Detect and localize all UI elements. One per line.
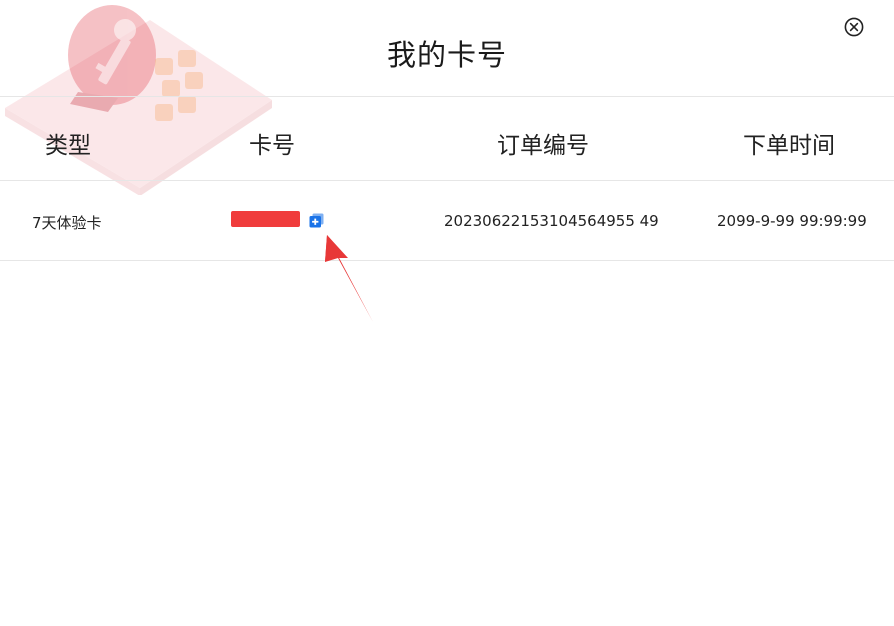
redacted-card-number [231, 211, 300, 227]
column-header-type: 类型 [45, 133, 91, 159]
cell-order-id: 20230622153104564955 49 [444, 212, 659, 230]
table-header-row: 类型 卡号 订单编号 下单时间 [0, 97, 894, 181]
copy-icon[interactable] [309, 213, 324, 228]
dialog-title: 我的卡号 [386, 38, 507, 72]
cell-order-time: 2099-9-99 99:99:99 [717, 212, 867, 230]
dialog-header: 我的卡号 [0, 0, 894, 97]
column-header-card-number: 卡号 [249, 133, 295, 159]
column-header-order-time: 下单时间 [743, 133, 835, 159]
table-row: 7天体验卡 20230622153104564955 49 2099-9-99 … [0, 181, 894, 261]
cell-type: 7天体验卡 [32, 214, 102, 232]
close-icon[interactable] [844, 17, 864, 37]
column-header-order-id: 订单编号 [497, 133, 589, 159]
